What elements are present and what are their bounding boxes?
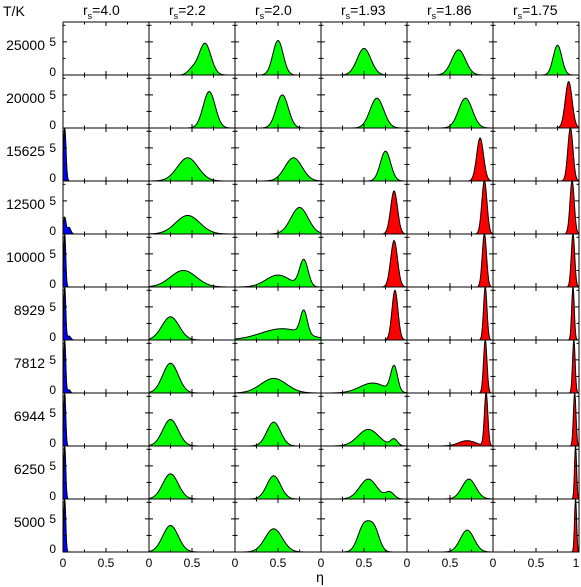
row-temperature-label: 6250 [14,461,45,477]
row-temperature-label: 5000 [14,514,45,530]
distribution-red-r3-c3 [321,190,408,235]
distribution-green-r4-c2 [234,258,322,288]
y-tick-label: 5 [49,88,56,102]
distribution-blue-r2-c0 [62,127,149,182]
x-tick-label: 0.5 [356,556,373,570]
distribution-red-r2-c4 [407,137,494,182]
distribution-red-r4-c5 [493,232,580,288]
x-tick-label: 0 [404,556,411,570]
x-axis-label: η [316,569,324,585]
y-tick-label: 5 [49,141,56,155]
distribution-blue-r7-c0 [62,393,149,447]
column-header: rs=1.75 [513,2,558,21]
distribution-red-r9-c5 [493,497,580,553]
distribution-blue-r4-c0 [62,234,149,288]
distribution-red-r6-c4 [407,339,494,394]
y-tick-label: 0 [49,65,56,79]
distribution-red-r5-c4 [407,286,494,341]
distribution-red-r5-c3 [321,289,408,341]
distribution-red-r3-c4 [407,180,494,235]
y-tick-label: 0 [49,171,56,185]
x-tick-label: 0 [146,556,153,570]
x-tick-label: 0 [60,556,67,570]
y-tick-label: 0 [49,542,56,556]
distribution-green-r5-c2 [234,309,322,341]
x-tick-label: 1 [573,556,580,570]
row-temperature-label: 7812 [14,355,45,371]
row-temperature-label: 25000 [6,37,45,53]
row-temperature-label: 10000 [6,249,45,265]
y-tick-label: 0 [49,330,56,344]
distribution-red-r4-c4 [407,232,494,288]
x-tick-label: 0 [318,556,325,570]
column-header: rs=1.93 [341,2,386,21]
row-temperature-label: 6944 [14,408,45,424]
y-tick-label: 0 [49,383,56,397]
distribution-green-r0-c5 [493,44,579,76]
x-tick-label: 0.5 [270,556,287,570]
y-tick-label: 5 [49,406,56,420]
y-tick-label: 5 [49,459,56,473]
x-tick-label: 0.5 [528,556,545,570]
distribution-green-r1-c1 [149,91,235,129]
distribution-red-r7-c5 [493,392,580,447]
distribution-red-r3-c5 [493,180,580,235]
distribution-green-r9-c3 [321,520,407,553]
x-tick-label: 0.5 [98,556,115,570]
temperature-axis-label: T/K [3,3,25,19]
distribution-blue-r5-c0 [62,286,149,341]
y-tick-label: 0 [49,489,56,503]
distribution-red-r5-c5 [493,286,579,341]
column-header: rs=2.0 [255,2,292,21]
row-temperature-label: 8929 [14,302,45,318]
distribution-red-r8-c5 [493,444,580,500]
x-tick-label: 0.5 [184,556,201,570]
y-tick-label: 5 [49,194,56,208]
y-tick-label: 5 [49,35,56,49]
x-tick-label: 0.5 [442,556,459,570]
distribution-red-r2-c5 [493,127,580,182]
distribution-grid-figure: T/K η rs=4.0 rs=2.2 rs=2.0 rs=1.93 rs=1.86 rs… [3,2,580,585]
distribution-green-r6-c1 [148,362,235,394]
distribution-green-r0-c2 [235,40,321,76]
y-tick-label: 5 [49,300,56,314]
column-header: rs=1.86 [427,2,472,21]
row-temperature-label: 12500 [6,196,45,212]
distribution-green-r0-c1 [149,42,235,76]
distribution-red-r7-c4 [407,392,494,447]
row-temperature-label: 15625 [6,143,45,159]
column-header: rs=2.2 [169,2,206,21]
distribution-green-r1-c4 [407,97,494,129]
row-temperature-label: 20000 [6,90,45,106]
distribution-green-r1-c2 [235,94,321,129]
y-tick-label: 5 [49,512,56,526]
y-tick-label: 0 [49,224,56,238]
distribution-red-r4-c3 [321,240,408,288]
distribution-green-r1-c3 [321,97,407,129]
y-tick-label: 0 [49,436,56,450]
y-tick-label: 5 [49,247,56,261]
distribution-green-r6-c3 [321,364,408,394]
y-tick-label: 0 [49,118,56,132]
distribution-red-r6-c5 [493,339,580,394]
column-header: rs=4.0 [83,2,120,21]
distribution-blue-r6-c0 [62,340,149,394]
y-tick-label: 5 [49,353,56,367]
distribution-green-r2-c3 [321,150,408,182]
y-tick-label: 0 [49,277,56,291]
distribution-red-r1-c5 [493,81,580,129]
x-tick-label: 0 [232,556,239,570]
distribution-blue-r9-c0 [62,499,149,553]
distribution-blue-r8-c0 [62,446,149,500]
x-tick-label: 0 [490,556,497,570]
